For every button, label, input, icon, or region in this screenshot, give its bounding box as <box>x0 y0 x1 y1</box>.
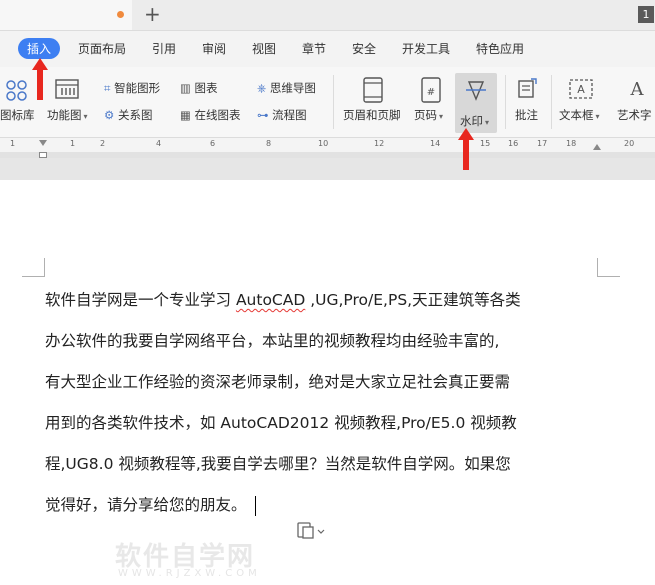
online-chart-button[interactable]: ▦ 在线图表 <box>180 107 241 123</box>
header-footer-button[interactable] <box>362 77 384 106</box>
tab-references[interactable]: 引用 <box>152 40 176 57</box>
annotation-arrow-up-icon <box>32 58 48 100</box>
ribbon-separator <box>333 75 334 129</box>
document-page[interactable]: 软件自学网是一个专业学习 AutoCAD ,UG,Pro/E,PS,天正建筑等各… <box>0 180 655 585</box>
paragraph-line: 程,UG8.0 视频教程等,我要自学去哪里？当然是软件自学网。如果您 <box>45 455 511 473</box>
ribbon-separator <box>505 75 506 129</box>
svg-text:A: A <box>577 83 585 96</box>
flowchart-button[interactable]: ⊶ 流程图 <box>257 107 307 123</box>
ribbon-toolbar: 图标库 功能图 ▾ ⌗ 智能图形 ⚙ 关系图 ▥ 图表 ▦ 在线图表 ⎈ 思维导图… <box>0 67 655 138</box>
text-box-button[interactable]: A <box>568 77 594 104</box>
flowchart-icon: ⊶ <box>257 108 269 122</box>
tab-security[interactable]: 安全 <box>352 40 376 57</box>
site-watermark-url: WWW.RJZXW.COM <box>118 568 261 579</box>
comment-button[interactable] <box>515 77 539 104</box>
document-tab[interactable] <box>0 0 132 30</box>
feature-chart-button[interactable] <box>54 77 80 104</box>
chart-button[interactable]: ▥ 图表 <box>180 80 218 96</box>
smart-shape-button[interactable]: ⌗ 智能图形 <box>104 80 160 96</box>
icon-library-icon <box>6 80 27 101</box>
ruler-number: 1 <box>10 139 16 148</box>
ruler-number: 18 <box>566 139 577 148</box>
ribbon-menu-bar: 插入 页面布局 引用 审阅 视图 章节 安全 开发工具 特色应用 <box>0 31 655 67</box>
horizontal-ruler: 1 1 2 4 6 8 10 12 14 15 16 17 18 20 <box>0 138 655 152</box>
text-box-label: 文本框 ▾ <box>559 108 600 122</box>
svg-text:#: # <box>427 87 435 98</box>
ribbon-separator <box>551 75 552 129</box>
ruler-number: 6 <box>210 139 216 148</box>
comment-icon <box>518 78 537 98</box>
paragraph-line: 有大型企业工作经验的资深老师录制，绝对是大家立足社会真正要需 <box>45 373 511 391</box>
paste-options-button[interactable] <box>296 521 326 543</box>
document-body[interactable]: 软件自学网是一个专业学习 AutoCAD ,UG,Pro/E,PS,天正建筑等各… <box>45 280 601 526</box>
ruler-number: 12 <box>374 139 385 148</box>
new-tab-plus-icon[interactable]: + <box>144 2 161 26</box>
relation-chart-icon: ⚙ <box>104 108 115 122</box>
first-line-indent-handle[interactable] <box>39 140 47 146</box>
online-chart-icon: ▦ <box>180 108 191 122</box>
tab-review[interactable]: 审阅 <box>202 40 226 57</box>
ruler-number: 8 <box>266 139 272 148</box>
page-number-label: 页码 ▾ <box>414 108 444 122</box>
right-indent-handle[interactable] <box>593 144 601 150</box>
paragraph-line: 用到的各类软件技术，如 AutoCAD2012 视频教程,Pro/E5.0 视频… <box>45 414 517 432</box>
margin-corner-top-left <box>22 258 45 277</box>
tab-special-apps[interactable]: 特色应用 <box>476 40 524 57</box>
tab-page-layout[interactable]: 页面布局 <box>78 40 126 57</box>
chart-icon: ▥ <box>180 81 191 95</box>
text-cursor <box>254 495 257 516</box>
ruler-number: 17 <box>537 139 548 148</box>
comment-label: 批注 <box>515 108 538 122</box>
text-box-icon: A <box>569 79 593 99</box>
unsaved-dot-icon <box>117 11 124 18</box>
mind-map-button[interactable]: ⎈ 思维导图 <box>257 80 316 96</box>
ruler-number: 14 <box>430 139 441 148</box>
page-number-button[interactable]: # <box>420 77 442 106</box>
ruler-number: 15 <box>480 139 491 148</box>
word-art-button[interactable]: A <box>624 77 650 104</box>
ruler-number: 10 <box>318 139 329 148</box>
relation-chart-button[interactable]: ⚙ 关系图 <box>104 107 152 123</box>
tab-developer[interactable]: 开发工具 <box>402 40 450 57</box>
ruler-number: 4 <box>156 139 162 148</box>
document-tab-strip: + 1 <box>0 0 655 31</box>
tab-chapter[interactable]: 章节 <box>302 40 326 57</box>
paragraph-line: 办公软件的我要自学网络平台，本站里的视频教程均由经验丰富的, <box>45 332 500 350</box>
icon-library-button[interactable] <box>0 79 30 104</box>
watermark-icon <box>466 81 486 101</box>
spellcheck-word: AutoCAD <box>235 291 306 309</box>
smart-shape-icon: ⌗ <box>104 81 111 95</box>
page-gap <box>0 158 655 180</box>
feature-chart-icon <box>55 79 79 99</box>
tab-view[interactable]: 视图 <box>252 40 276 57</box>
annotation-arrow-up-icon <box>458 128 474 170</box>
header-footer-label: 页眉和页脚 <box>343 108 401 122</box>
paste-options-icon <box>297 522 325 539</box>
ruler-number: 2 <box>100 139 106 148</box>
header-footer-icon <box>363 77 383 103</box>
ruler-number: 20 <box>624 139 635 148</box>
word-art-label: 艺术字 <box>617 108 652 122</box>
paragraph-line: 觉得好，请分享给您的朋友。 <box>45 485 601 526</box>
mind-map-icon: ⎈ <box>257 81 267 95</box>
feature-chart-label: 功能图 ▾ <box>47 108 88 122</box>
page-number-icon: # <box>421 77 441 103</box>
ruler-number: 1 <box>70 139 76 148</box>
margin-corner-top-right <box>597 258 620 277</box>
watermark-button[interactable]: 水印 ▾ <box>455 73 497 133</box>
svg-text:A: A <box>630 79 645 100</box>
window-badge: 1 <box>638 6 654 23</box>
word-art-icon: A <box>630 79 645 100</box>
ruler-number: 16 <box>508 139 519 148</box>
icon-library-label: 图标库 <box>0 108 35 122</box>
paragraph-line: 软件自学网是一个专业学习 AutoCAD ,UG,Pro/E,PS,天正建筑等各… <box>45 291 521 309</box>
